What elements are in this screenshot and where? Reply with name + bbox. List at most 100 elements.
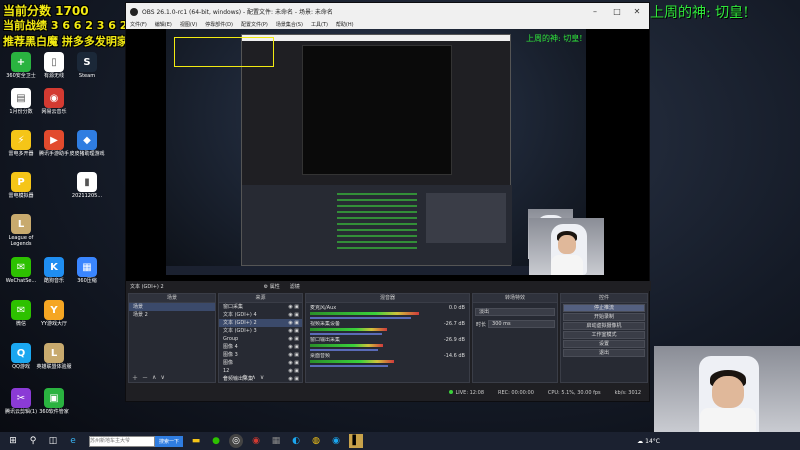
source-item[interactable]: 文本 (GDI+) 4 ◉ ▣: [219, 311, 302, 319]
edge-icon[interactable]: e: [66, 434, 80, 448]
app-icon: ◉: [44, 88, 64, 108]
down-icon[interactable]: ∨: [260, 374, 264, 381]
desktop-icon[interactable]: +360安全卫士: [3, 52, 39, 80]
menu-item[interactable]: 配置文件(P): [241, 21, 268, 28]
volume-slider[interactable]: [310, 317, 412, 319]
desktop-icon[interactable]: ◉ 网易云音乐: [36, 88, 72, 116]
taskbar-search-input[interactable]: [89, 435, 155, 447]
transition-select[interactable]: 淡出: [475, 308, 555, 316]
close-icon[interactable]: ✕: [627, 3, 647, 20]
up-icon[interactable]: ∧: [251, 374, 255, 381]
explorer-icon[interactable]: ◉: [329, 434, 343, 448]
desktop-icon[interactable]: L League of Legends: [3, 214, 39, 247]
menu-item[interactable]: 场景集合(S): [276, 21, 303, 28]
add-icon[interactable]: ＋: [132, 373, 138, 382]
control-button[interactable]: 退出: [563, 349, 645, 357]
search-icon[interactable]: ⚲: [26, 434, 40, 448]
source-item[interactable]: 文本 (GDI+) 2 ◉ ▣: [219, 319, 302, 327]
scene-item[interactable]: 场景: [129, 303, 215, 311]
down-icon[interactable]: ∨: [160, 374, 164, 381]
desktop-icon[interactable]: K 酷狗音乐: [36, 257, 72, 285]
eye-lock-icon[interactable]: ◉ ▣: [288, 335, 302, 343]
control-button[interactable]: 开始录制: [563, 313, 645, 321]
desktop-icon[interactable]: ✂ 腾讯云剪辑(1): [3, 388, 39, 416]
up-icon[interactable]: ∧: [152, 374, 156, 381]
volume-slider[interactable]: [310, 349, 378, 351]
maximize-icon[interactable]: □: [607, 3, 627, 20]
desktop-icon[interactable]: Y YY游戏大厅: [36, 300, 72, 328]
gear-icon[interactable]: ⚙: [242, 374, 247, 381]
scene-item[interactable]: 场景 2: [129, 311, 215, 319]
desktop-icon[interactable]: ✉ 微信: [3, 300, 39, 328]
control-button[interactable]: 设置: [563, 340, 645, 348]
taskbar-search-button[interactable]: 搜索一下: [155, 435, 184, 447]
eye-lock-icon[interactable]: ◉ ▣: [288, 351, 302, 359]
control-button[interactable]: 停止推流: [563, 304, 645, 312]
controls-panel: 控件 停止推流 开始录制 启动虚拟摄像机 工作室模式 设置 退出: [560, 293, 648, 383]
obs-preview[interactable]: 上周的神: 切皇!: [126, 29, 649, 281]
control-button[interactable]: 工作室模式: [563, 331, 645, 339]
obs-icon[interactable]: ◎: [229, 434, 244, 448]
eye-lock-icon[interactable]: ◉ ▣: [288, 359, 302, 367]
desktop-icon[interactable]: ▯ 有源无线: [36, 52, 72, 80]
volume-slider[interactable]: [310, 365, 388, 367]
remove-icon[interactable]: －: [142, 373, 148, 382]
menu-item[interactable]: 工具(T): [311, 21, 328, 28]
volume-slider[interactable]: [310, 333, 382, 335]
desktop-icon[interactable]: ▤ 1月份分数: [3, 88, 39, 116]
desktop-icon-label: 雷电多开器: [8, 151, 34, 157]
menu-item[interactable]: 编辑(E): [155, 21, 172, 28]
netease-icon[interactable]: ◉: [249, 434, 263, 448]
eye-lock-icon[interactable]: ◉ ▣: [288, 303, 302, 311]
control-button[interactable]: 启动虚拟摄像机: [563, 322, 645, 330]
weather-widget[interactable]: ☁ 14°C: [637, 438, 660, 445]
app-icon: ▦: [77, 257, 97, 277]
add-icon[interactable]: ＋: [222, 373, 228, 382]
menu-item[interactable]: 视图(V): [180, 21, 197, 28]
source-item[interactable]: 图像 4 ◉ ▣: [219, 343, 302, 351]
eye-lock-icon[interactable]: ◉ ▣: [288, 343, 302, 351]
app-icon[interactable]: ▦: [269, 434, 283, 448]
eye-lock-icon[interactable]: ◉ ▣: [288, 319, 302, 327]
qq-icon[interactable]: ◐: [289, 434, 303, 448]
obs-title-bar[interactable]: OBS 26.1.0-rc1 (64-bit, windows) - 配置文件:…: [126, 3, 649, 20]
remove-icon[interactable]: －: [232, 373, 238, 382]
channel-name: 桌面音频: [310, 353, 331, 359]
sources-footer: ＋ － ⚙ ∧ ∨: [219, 373, 302, 382]
mixer-title: 混音器: [306, 294, 469, 303]
desktop-icon[interactable]: ▶ 腾讯手游助手: [36, 130, 72, 158]
desktop-icon[interactable]: L 英雄联盟体验服: [36, 343, 72, 371]
obs-window[interactable]: OBS 26.1.0-rc1 (64-bit, windows) - 配置文件:…: [125, 2, 651, 402]
desktop-icon[interactable]: P 雷电模拟器: [3, 172, 39, 200]
desktop-icon[interactable]: S Steam: [69, 52, 105, 80]
wechat-icon[interactable]: ●: [209, 434, 223, 448]
filters-button[interactable]: 滤镜: [290, 283, 300, 290]
desktop-icon[interactable]: ✉ WeChatSe...: [3, 257, 39, 285]
desktop-icon[interactable]: ▦ 360压缩: [69, 257, 105, 285]
properties-button[interactable]: ⚙ 属性: [264, 283, 280, 290]
desktop-icon[interactable]: Q QQ游戏: [3, 343, 39, 371]
minimize-icon[interactable]: –: [585, 3, 605, 20]
chrome-icon[interactable]: ◍: [309, 434, 323, 448]
desktop-icon[interactable]: ▮ 20211205...: [69, 172, 105, 200]
menu-item[interactable]: 文件(F): [130, 21, 147, 28]
source-item[interactable]: 文本 (GDI+) 3 ◉ ▣: [219, 327, 302, 335]
task-view-icon[interactable]: ◫: [46, 434, 60, 448]
duration-input[interactable]: 300 ms: [488, 320, 555, 328]
windows-start-icon[interactable]: ⊞: [6, 434, 20, 448]
live-status: LIVE: 12:08: [449, 390, 484, 396]
folder-icon[interactable]: ▬: [189, 434, 203, 448]
desktop-icon[interactable]: ▣ 360软件管家: [36, 388, 72, 416]
source-item[interactable]: Group ◉ ▣: [219, 335, 302, 343]
desktop-icon[interactable]: ⚡ 雷电多开器: [3, 130, 39, 158]
active-app-icon[interactable]: ▌: [349, 434, 364, 448]
source-item[interactable]: 图像 ◉ ▣: [219, 359, 302, 367]
eye-lock-icon[interactable]: ◉ ▣: [288, 311, 302, 319]
source-item[interactable]: 窗口采集 ◉ ▣: [219, 303, 302, 311]
eye-lock-icon[interactable]: ◉ ▣: [288, 327, 302, 335]
streamer-shirt: [700, 408, 756, 432]
menu-item[interactable]: 帮助(H): [336, 21, 354, 28]
menu-item[interactable]: 停靠部件(D): [205, 21, 233, 28]
source-item[interactable]: 图像 3 ◉ ▣: [219, 351, 302, 359]
desktop-icon[interactable]: ◆ 皮皮猪助理游戏: [69, 130, 105, 158]
